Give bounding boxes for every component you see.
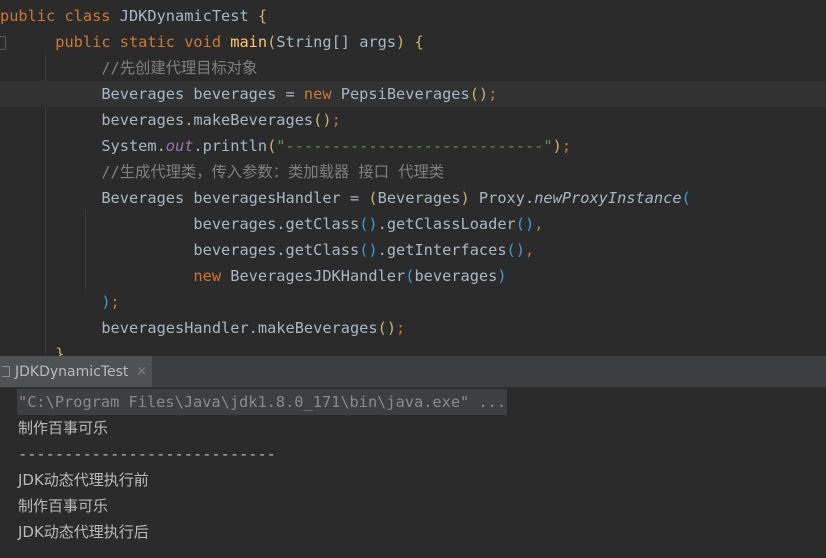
console-output-line: 制作百事可乐 <box>18 419 109 437</box>
code-line[interactable]: public class JDKDynamicTest { <box>0 3 826 29</box>
console-output-line: 制作百事可乐 <box>18 497 109 515</box>
code-line[interactable]: beverages.getClass().getInterfaces(), <box>0 237 826 263</box>
console-command-line[interactable]: "C:\Program Files\Java\jdk1.8.0_171\bin\… <box>17 389 508 415</box>
code-line[interactable]: System.out.println("--------------------… <box>0 133 826 159</box>
tab-jdkdynamictest[interactable]: JDKDynamicTest × <box>0 356 152 387</box>
console-output-line: ---------------------------- <box>18 445 276 463</box>
fold-icon[interactable] <box>0 36 6 50</box>
code-line[interactable]: beverages.getClass().getClassLoader(), <box>0 211 826 237</box>
code-line[interactable]: } <box>0 341 826 356</box>
code-line[interactable]: //生成代理类，传入参数：类加载器 接口 代理类 <box>0 159 826 185</box>
tab-label: JDKDynamicTest <box>15 363 129 380</box>
code-line-current[interactable]: Beverages beverages = new PepsiBeverages… <box>0 81 826 107</box>
close-icon[interactable]: × <box>136 364 147 379</box>
code-line[interactable]: //先创建代理目标对象 <box>0 55 826 81</box>
code-line[interactable]: beveragesHandler.makeBeverages(); <box>0 315 826 341</box>
code-line[interactable]: new BeveragesJDKHandler(beverages) <box>0 263 826 289</box>
code-editor[interactable]: public class JDKDynamicTest { public sta… <box>0 0 826 356</box>
run-config-icon <box>2 366 10 377</box>
code-line[interactable]: public static void main(String[] args) { <box>0 29 826 55</box>
code-line[interactable]: Beverages beveragesHandler = (Beverages)… <box>0 185 826 211</box>
console-output-line: JDK动态代理执行后 <box>18 523 149 541</box>
console-output-line: JDK动态代理执行前 <box>18 471 149 489</box>
console-tab-bar: JDKDynamicTest × <box>0 356 826 388</box>
run-console[interactable]: JDKDynamicTest × "C:\Program Files\Java\… <box>0 356 826 558</box>
code-line[interactable]: beverages.makeBeverages(); <box>0 107 826 133</box>
code-line[interactable]: ); <box>0 289 826 315</box>
